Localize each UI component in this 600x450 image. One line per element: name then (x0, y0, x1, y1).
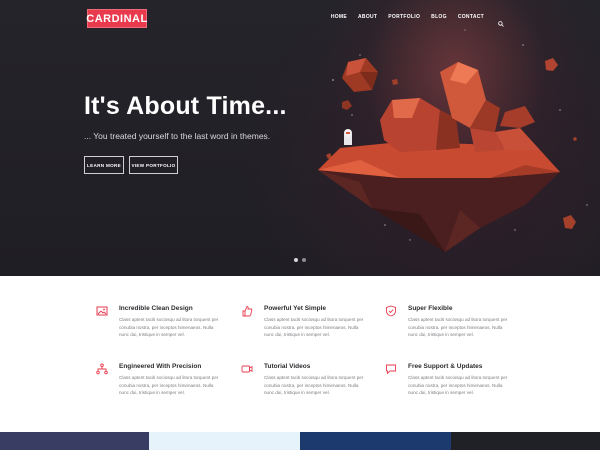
feature-title: Free Support & Updates (408, 363, 483, 370)
hero-title: It's About Time... (84, 92, 287, 120)
nav-blog[interactable]: BLOG (431, 14, 447, 20)
view-portfolio-button[interactable]: VIEW PORTFOLIO (129, 156, 178, 174)
image-icon (96, 304, 108, 316)
learn-more-button[interactable]: LEARN MORE (84, 156, 124, 174)
feature-text: Class aptent taciti sociosqu ad litora t… (264, 317, 364, 337)
feature-title: Super Flexible (408, 305, 453, 312)
brand-logo[interactable]: CARDINAL (86, 9, 147, 28)
feature-title: Engineered With Precision (119, 363, 202, 370)
feature-text: Class aptent taciti sociosqu ad litora t… (408, 375, 508, 395)
feature-text: Class aptent taciti sociosqu ad litora t… (264, 375, 364, 395)
video-icon (241, 362, 253, 374)
feature-text: Class aptent taciti sociosqu ad litora t… (119, 375, 219, 395)
nav-contact[interactable]: CONTACT (458, 14, 484, 20)
nav-about[interactable]: ABOUT (358, 14, 377, 20)
features-section: Incredible Clean Design Class aptent tac… (0, 276, 600, 432)
feature-title: Tutorial Videos (264, 363, 311, 370)
shield-icon (385, 304, 397, 317)
nav-portfolio[interactable]: PORTFOLIO (388, 14, 420, 20)
feature-title: Incredible Clean Design (119, 305, 193, 312)
main-nav: HOME ABOUT PORTFOLIO BLOG CONTACT (331, 14, 504, 27)
hero-subtitle: ... You treated yourself to the last wor… (84, 131, 271, 141)
feature-text: Class aptent taciti sociosqu ad litora t… (408, 317, 508, 337)
strip-segment (451, 432, 600, 450)
feature-text: Class aptent taciti sociosqu ad litora t… (119, 317, 219, 337)
search-icon[interactable] (498, 14, 504, 27)
slider-dot-2[interactable] (302, 258, 306, 262)
hero-section: CARDINAL HOME ABOUT PORTFOLIO BLOG CONTA… (0, 0, 600, 276)
slider-dots (294, 258, 306, 262)
network-icon (96, 362, 108, 375)
strip-segment (0, 432, 149, 450)
thumbs-up-icon (241, 304, 253, 317)
strip-segment (149, 432, 300, 450)
strip-segment (300, 432, 451, 450)
feature-title: Powerful Yet Simple (264, 305, 327, 312)
nav-home[interactable]: HOME (331, 14, 347, 20)
chat-icon (385, 362, 397, 375)
next-section-strip (0, 432, 600, 450)
slider-dot-1[interactable] (294, 258, 298, 262)
